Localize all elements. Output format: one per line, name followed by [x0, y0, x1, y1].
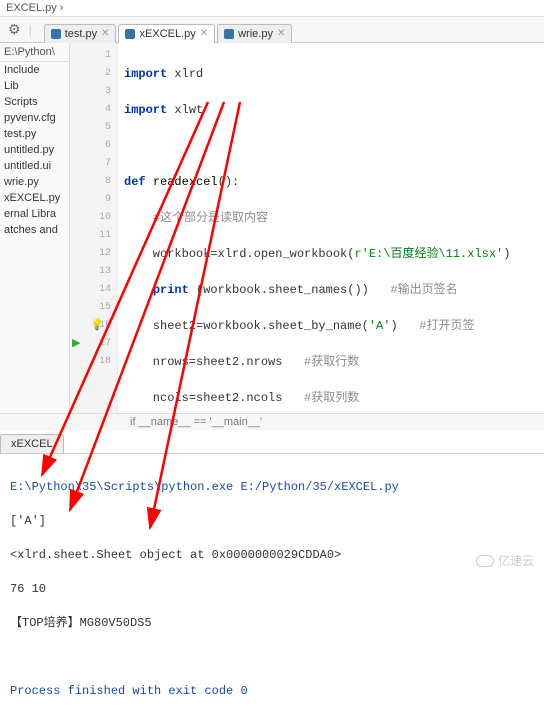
code-line: import xlwt	[124, 101, 544, 119]
code-line: def readexcel():	[124, 173, 544, 191]
line-number: 14	[86, 281, 111, 299]
python-file-icon	[224, 29, 234, 39]
console-line: 【TOP培养】MG80V50DS5	[10, 615, 534, 632]
toolbar: ⚙ | test.py ✕ xEXCEL.py ✕ wrie.py ✕	[0, 17, 544, 43]
sidebar-item[interactable]: untitled.py	[0, 142, 69, 158]
tab-label: test.py	[65, 28, 97, 40]
sidebar-item[interactable]: ernal Libra	[0, 206, 69, 222]
sidebar-item[interactable]: untitled.ui	[0, 158, 69, 174]
line-number: 17	[86, 335, 111, 353]
tab-xexcel[interactable]: xEXCEL.py ✕	[118, 24, 215, 43]
line-number: 4	[86, 101, 111, 119]
console-line: <xlrd.sheet.Sheet object at 0x0000000029…	[10, 547, 534, 564]
cloud-icon	[476, 555, 494, 567]
code-breadcrumb[interactable]: if __name__ == '__main__'	[0, 413, 544, 430]
sidebar-item[interactable]: Scripts	[0, 94, 69, 110]
console-line: ['A']	[10, 513, 534, 530]
watermark: 亿速云	[476, 552, 534, 569]
breadcrumb-file: EXCEL.py	[6, 2, 57, 14]
code-line: workbook=xlrd.open_workbook(r'E:\百度经验\11…	[124, 245, 544, 263]
sidebar-item[interactable]: pyvenv.cfg	[0, 110, 69, 126]
line-number: 8	[86, 173, 111, 191]
code-line: sheet2=workbook.sheet_by_name('A') #打开页签	[124, 317, 544, 335]
console-command: E:\Python\35\Scripts\python.exe E:/Pytho…	[10, 479, 534, 496]
sidebar-item[interactable]: wrie.py	[0, 174, 69, 190]
line-number: 1	[86, 47, 111, 65]
sidebar-item[interactable]: test.py	[0, 126, 69, 142]
line-number: 12	[86, 245, 111, 263]
code-line: print (workbook.sheet_names()) #输出页签名	[124, 281, 544, 299]
line-number: 18	[86, 353, 111, 371]
line-number: 7	[86, 155, 111, 173]
editor-main: E:\Python\ Include Lib Scripts pyvenv.cf…	[0, 43, 544, 413]
tab-label: xEXCEL.py	[139, 28, 195, 40]
tab-label: wrie.py	[238, 28, 273, 40]
line-number: 9	[86, 191, 111, 209]
run-tab[interactable]: xEXCEL	[0, 434, 64, 453]
project-root[interactable]: E:\Python\	[0, 43, 69, 62]
code-line: import xlrd	[124, 65, 544, 83]
code-line: ncols=sheet2.ncols #获取列数	[124, 389, 544, 407]
editor-tabs: test.py ✕ xEXCEL.py ✕ wrie.py ✕	[40, 17, 295, 43]
tab-test[interactable]: test.py ✕	[44, 24, 117, 43]
line-number: 13	[86, 263, 111, 281]
breadcrumb: EXCEL.py ›	[0, 0, 544, 17]
close-icon[interactable]: ✕	[101, 28, 109, 39]
toolbar-divider: |	[29, 23, 32, 37]
line-number: 15	[86, 299, 111, 317]
sidebar-item[interactable]: atches and	[0, 222, 69, 238]
line-number: 11	[86, 227, 111, 245]
line-number: 3	[86, 83, 111, 101]
console-line: 76 10	[10, 581, 534, 598]
code-line: #这个部分是读取内容	[124, 209, 544, 227]
close-icon[interactable]: ✕	[277, 28, 285, 39]
code-editor[interactable]: import xlrd import xlwt def readexcel():…	[118, 43, 544, 413]
run-tab-label: xEXCEL	[11, 438, 53, 450]
line-number: 2	[86, 65, 111, 83]
sidebar-item[interactable]: Include	[0, 62, 69, 78]
gear-icon[interactable]: ⚙	[0, 21, 29, 38]
project-sidebar[interactable]: E:\Python\ Include Lib Scripts pyvenv.cf…	[0, 43, 70, 413]
console-exit: Process finished with exit code 0	[10, 683, 534, 700]
watermark-text: 亿速云	[498, 552, 534, 569]
bulb-icon[interactable]: 💡	[90, 317, 104, 335]
line-number: 10	[86, 209, 111, 227]
python-file-icon	[51, 29, 61, 39]
code-line: nrows=sheet2.nrows #获取行数	[124, 353, 544, 371]
line-number: 5	[86, 119, 111, 137]
tab-wrie[interactable]: wrie.py ✕	[217, 24, 292, 43]
console-output[interactable]: E:\Python\35\Scripts\python.exe E:/Pytho…	[0, 454, 544, 725]
sidebar-item[interactable]: Lib	[0, 78, 69, 94]
line-gutter[interactable]: 1 2 3 4 5 6 7 8 9 10 11 12 13 14 15 16 1…	[86, 43, 118, 413]
sidebar-item[interactable]: xEXCEL.py	[0, 190, 69, 206]
python-file-icon	[125, 29, 135, 39]
run-tabs: xEXCEL	[0, 434, 544, 454]
run-gutter-icon[interactable]: ▶	[72, 335, 80, 353]
line-number: 6	[86, 137, 111, 155]
breadcrumb-text: if __name__ == '__main__'	[130, 416, 262, 428]
code-line	[124, 137, 544, 155]
close-icon[interactable]: ✕	[200, 28, 208, 39]
